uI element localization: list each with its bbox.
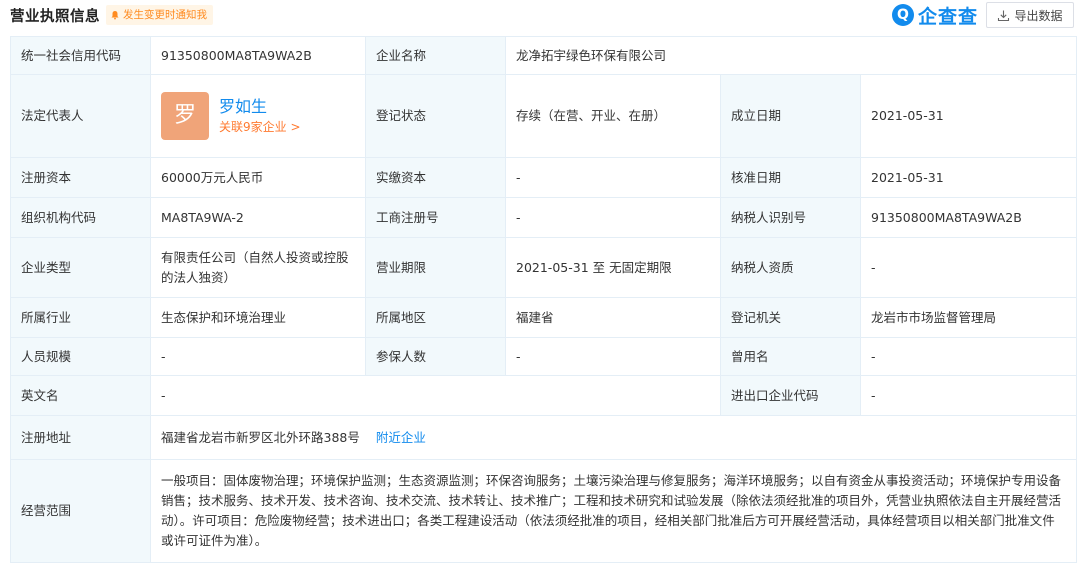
taxpayer-qual-label: 纳税人资质 — [720, 237, 861, 298]
company-type-value: 有限责任公司（自然人投资或控股的法人独资） — [150, 237, 366, 298]
english-name-label: 英文名 — [10, 375, 151, 416]
biz-scope-label: 经营范围 — [10, 459, 151, 563]
former-name-value: - — [859, 337, 1078, 376]
qichacha-logo: Q 企查查 — [892, 2, 978, 28]
region-value: 福建省 — [505, 297, 721, 338]
paid-capital-value: - — [505, 157, 721, 198]
insured-label: 参保人数 — [365, 337, 506, 376]
english-name-value: - — [150, 375, 721, 416]
table-row: 人员规模 - 参保人数 - 曾用名 - — [10, 337, 1078, 376]
legal-rep-cell: 罗 罗如生 关联9家企业 > — [150, 74, 366, 158]
org-code-value: MA8TA9WA-2 — [150, 197, 366, 238]
nearby-companies-link[interactable]: 附近企业 — [376, 430, 426, 445]
import-export-code-value: - — [859, 375, 1078, 416]
biz-scope-value: 一般项目：固体废物治理；环境保护监测；生态资源监测；环保咨询服务；土壤污染治理与… — [149, 459, 1078, 563]
table-row: 组织机构代码 MA8TA9WA-2 工商注册号 - 纳税人识别号 9135080… — [10, 197, 1078, 238]
export-data-button[interactable]: 导出数据 — [986, 2, 1074, 28]
credit-code-label: 统一社会信用代码 — [10, 36, 151, 75]
table-row: 法定代表人 罗 罗如生 关联9家企业 > 登记状态 存续（在营、开业、在册） 成… — [10, 74, 1078, 158]
biz-reg-no-label: 工商注册号 — [365, 197, 506, 238]
found-date-label: 成立日期 — [720, 74, 861, 158]
table-row: 英文名 - 进出口企业代码 - — [10, 375, 1078, 416]
company-type-label: 企业类型 — [10, 237, 151, 298]
taxpayer-qual-value: - — [859, 237, 1078, 298]
reg-status-value: 存续（在营、开业、在册） — [505, 74, 721, 158]
company-name-label: 企业名称 — [365, 36, 506, 75]
table-row: 统一社会信用代码 91350800MA8TA9WA2B 企业名称 龙净拓宇绿色环… — [10, 36, 1078, 75]
reg-address-value: 福建省龙岩市新罗区北外环路388号 — [161, 429, 360, 445]
table-row: 企业类型 有限责任公司（自然人投资或控股的法人独资） 营业期限 2021-05-… — [10, 237, 1078, 298]
approve-date-value: 2021-05-31 — [859, 157, 1078, 198]
industry-value: 生态保护和环境治理业 — [150, 297, 366, 338]
download-icon — [998, 10, 1010, 21]
change-notify-label: 发生变更时通知我 — [123, 9, 207, 21]
avatar[interactable]: 罗 — [161, 92, 209, 140]
table-row: 注册资本 60000万元人民币 实缴资本 - 核准日期 2021-05-31 — [10, 157, 1078, 198]
reg-authority-label: 登记机关 — [720, 297, 861, 338]
change-notify-button[interactable]: 发生变更时通知我 — [106, 5, 213, 25]
reg-capital-label: 注册资本 — [10, 157, 151, 198]
business-license-table: 统一社会信用代码 91350800MA8TA9WA2B 企业名称 龙净拓宇绿色环… — [10, 36, 1078, 563]
found-date-value: 2021-05-31 — [859, 74, 1078, 158]
biz-term-value: 2021-05-31 至 无固定期限 — [505, 237, 721, 298]
company-name-value: 龙净拓宇绿色环保有限公司 — [504, 36, 1078, 75]
insured-value: - — [505, 337, 721, 376]
table-row: 所属行业 生态保护和环境治理业 所属地区 福建省 登记机关 龙岩市市场监督管理局 — [10, 297, 1078, 338]
reg-capital-value: 60000万元人民币 — [150, 157, 366, 198]
org-code-label: 组织机构代码 — [10, 197, 151, 238]
legal-rep-name-link[interactable]: 罗如生 — [219, 96, 301, 118]
credit-code-value: 91350800MA8TA9WA2B — [150, 36, 366, 75]
biz-reg-no-value: - — [505, 197, 721, 238]
table-row: 注册地址 福建省龙岩市新罗区北外环路388号 附近企业 — [10, 415, 1078, 460]
table-row: 经营范围 一般项目：固体废物治理；环境保护监测；生态资源监测；环保咨询服务；土壤… — [10, 459, 1078, 563]
former-name-label: 曾用名 — [720, 337, 861, 376]
legal-rep-label: 法定代表人 — [10, 74, 151, 158]
biz-term-label: 营业期限 — [365, 237, 506, 298]
industry-label: 所属行业 — [10, 297, 151, 338]
reg-address-cell: 福建省龙岩市新罗区北外环路388号 附近企业 — [149, 415, 1078, 460]
taxpayer-id-label: 纳税人识别号 — [720, 197, 861, 238]
approve-date-label: 核准日期 — [720, 157, 861, 198]
qichacha-logo-text: 企查查 — [918, 5, 979, 28]
bell-icon — [111, 11, 119, 20]
section-title: 营业执照信息 — [10, 9, 100, 25]
staff-size-label: 人员规模 — [10, 337, 151, 376]
paid-capital-label: 实缴资本 — [365, 157, 506, 198]
reg-address-label: 注册地址 — [10, 415, 151, 460]
staff-size-value: - — [150, 337, 366, 376]
qichacha-logo-icon: Q — [892, 4, 914, 26]
taxpayer-id-value: 91350800MA8TA9WA2B — [859, 197, 1078, 238]
section-header: 营业执照信息 发生变更时通知我 Q 企查查 导出数据 — [0, 0, 1080, 32]
import-export-code-label: 进出口企业代码 — [720, 375, 861, 416]
reg-authority-value: 龙岩市市场监督管理局 — [859, 297, 1078, 338]
reg-status-label: 登记状态 — [365, 74, 506, 158]
related-companies-link[interactable]: 关联9家企业 > — [219, 118, 301, 136]
region-label: 所属地区 — [365, 297, 506, 338]
export-data-label: 导出数据 — [1014, 8, 1063, 23]
